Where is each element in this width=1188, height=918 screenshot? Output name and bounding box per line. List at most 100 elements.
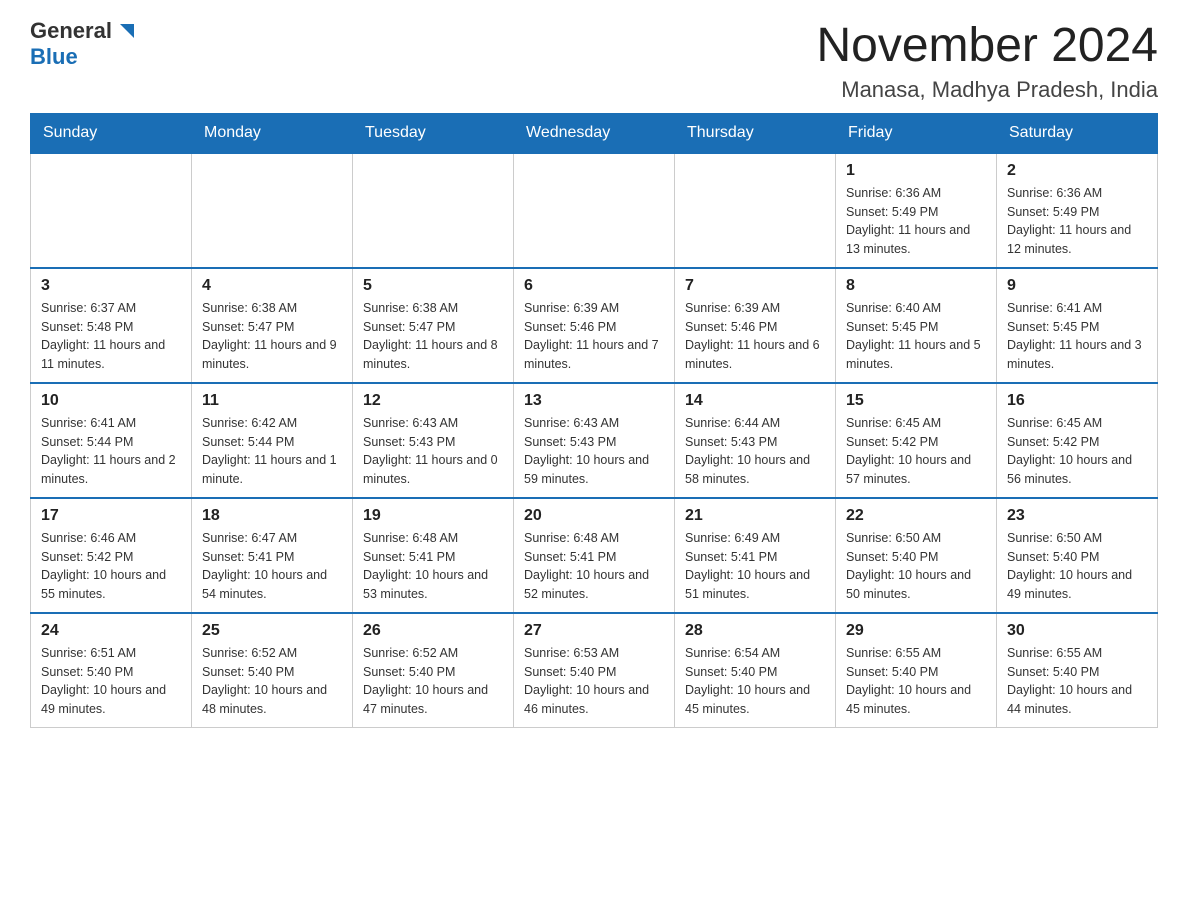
day-info: Sunrise: 6:39 AM Sunset: 5:46 PM Dayligh…	[685, 299, 825, 374]
day-header-tuesday: Tuesday	[353, 113, 514, 153]
calendar-cell	[675, 153, 836, 268]
day-info: Sunrise: 6:36 AM Sunset: 5:49 PM Dayligh…	[1007, 184, 1147, 259]
day-info: Sunrise: 6:44 AM Sunset: 5:43 PM Dayligh…	[685, 414, 825, 489]
calendar-cell	[192, 153, 353, 268]
day-info: Sunrise: 6:40 AM Sunset: 5:45 PM Dayligh…	[846, 299, 986, 374]
day-number: 3	[41, 277, 181, 295]
day-info: Sunrise: 6:38 AM Sunset: 5:47 PM Dayligh…	[202, 299, 342, 374]
title-section: November 2024 Manasa, Madhya Pradesh, In…	[816, 20, 1158, 103]
day-number: 27	[524, 622, 664, 640]
logo: General Blue	[30, 20, 136, 70]
calendar-cell: 24 Sunrise: 6:51 AM Sunset: 5:40 PM Dayli…	[31, 613, 192, 728]
calendar-week-2: 3 Sunrise: 6:37 AM Sunset: 5:48 PM Daylig…	[31, 268, 1158, 383]
calendar-cell: 14 Sunrise: 6:44 AM Sunset: 5:43 PM Dayli…	[675, 383, 836, 498]
calendar-cell: 21 Sunrise: 6:49 AM Sunset: 5:41 PM Dayli…	[675, 498, 836, 613]
day-number: 17	[41, 507, 181, 525]
calendar-cell: 1 Sunrise: 6:36 AM Sunset: 5:49 PM Daylig…	[836, 153, 997, 268]
calendar-cell: 30 Sunrise: 6:55 AM Sunset: 5:40 PM Dayli…	[997, 613, 1158, 728]
day-number: 25	[202, 622, 342, 640]
calendar-cell	[514, 153, 675, 268]
day-info: Sunrise: 6:45 AM Sunset: 5:42 PM Dayligh…	[1007, 414, 1147, 489]
day-number: 16	[1007, 392, 1147, 410]
day-number: 14	[685, 392, 825, 410]
day-info: Sunrise: 6:45 AM Sunset: 5:42 PM Dayligh…	[846, 414, 986, 489]
calendar-cell: 25 Sunrise: 6:52 AM Sunset: 5:40 PM Dayli…	[192, 613, 353, 728]
calendar-week-4: 17Sunrise: 6:46 AM Sunset: 5:42 PM Dayli…	[31, 498, 1158, 613]
day-number: 21	[685, 507, 825, 525]
page-header: General Blue November 2024 Manasa, Madhy…	[30, 20, 1158, 103]
day-info: Sunrise: 6:49 AM Sunset: 5:41 PM Dayligh…	[685, 529, 825, 604]
calendar-cell: 29 Sunrise: 6:55 AM Sunset: 5:40 PM Dayli…	[836, 613, 997, 728]
day-number: 1	[846, 162, 986, 180]
day-info: Sunrise: 6:41 AM Sunset: 5:45 PM Dayligh…	[1007, 299, 1147, 374]
day-number: 19	[363, 507, 503, 525]
calendar-week-5: 24 Sunrise: 6:51 AM Sunset: 5:40 PM Dayli…	[31, 613, 1158, 728]
day-info: Sunrise: 6:37 AM Sunset: 5:48 PM Dayligh…	[41, 299, 181, 374]
calendar-cell: 19 Sunrise: 6:48 AM Sunset: 5:41 PM Dayli…	[353, 498, 514, 613]
calendar-cell: 12Sunrise: 6:43 AM Sunset: 5:43 PM Dayli…	[353, 383, 514, 498]
day-info: Sunrise: 6:36 AM Sunset: 5:49 PM Dayligh…	[846, 184, 986, 259]
day-number: 18	[202, 507, 342, 525]
day-info: Sunrise: 6:42 AM Sunset: 5:44 PM Dayligh…	[202, 414, 342, 489]
calendar-cell: 9Sunrise: 6:41 AM Sunset: 5:45 PM Daylig…	[997, 268, 1158, 383]
day-number: 4	[202, 277, 342, 295]
calendar-cell: 7 Sunrise: 6:39 AM Sunset: 5:46 PM Daylig…	[675, 268, 836, 383]
day-number: 29	[846, 622, 986, 640]
day-number: 2	[1007, 162, 1147, 180]
day-number: 24	[41, 622, 181, 640]
day-info: Sunrise: 6:52 AM Sunset: 5:40 PM Dayligh…	[202, 644, 342, 719]
day-number: 20	[524, 507, 664, 525]
day-info: Sunrise: 6:48 AM Sunset: 5:41 PM Dayligh…	[363, 529, 503, 604]
day-header-saturday: Saturday	[997, 113, 1158, 153]
day-info: Sunrise: 6:55 AM Sunset: 5:40 PM Dayligh…	[1007, 644, 1147, 719]
calendar-cell: 28 Sunrise: 6:54 AM Sunset: 5:40 PM Dayli…	[675, 613, 836, 728]
day-number: 7	[685, 277, 825, 295]
day-info: Sunrise: 6:50 AM Sunset: 5:40 PM Dayligh…	[1007, 529, 1147, 604]
day-info: Sunrise: 6:50 AM Sunset: 5:40 PM Dayligh…	[846, 529, 986, 604]
day-header-wednesday: Wednesday	[514, 113, 675, 153]
calendar-cell: 5Sunrise: 6:38 AM Sunset: 5:47 PM Daylig…	[353, 268, 514, 383]
calendar-cell: 18 Sunrise: 6:47 AM Sunset: 5:41 PM Dayli…	[192, 498, 353, 613]
day-info: Sunrise: 6:53 AM Sunset: 5:40 PM Dayligh…	[524, 644, 664, 719]
day-number: 22	[846, 507, 986, 525]
calendar-cell: 20 Sunrise: 6:48 AM Sunset: 5:41 PM Dayli…	[514, 498, 675, 613]
day-info: Sunrise: 6:51 AM Sunset: 5:40 PM Dayligh…	[41, 644, 181, 719]
day-info: Sunrise: 6:39 AM Sunset: 5:46 PM Dayligh…	[524, 299, 664, 374]
calendar-cell: 4 Sunrise: 6:38 AM Sunset: 5:47 PM Daylig…	[192, 268, 353, 383]
calendar-cell: 8Sunrise: 6:40 AM Sunset: 5:45 PM Daylig…	[836, 268, 997, 383]
day-info: Sunrise: 6:52 AM Sunset: 5:40 PM Dayligh…	[363, 644, 503, 719]
day-header-sunday: Sunday	[31, 113, 192, 153]
calendar-week-3: 10 Sunrise: 6:41 AM Sunset: 5:44 PM Dayli…	[31, 383, 1158, 498]
calendar-cell: 13 Sunrise: 6:43 AM Sunset: 5:43 PM Dayli…	[514, 383, 675, 498]
calendar-cell: 26 Sunrise: 6:52 AM Sunset: 5:40 PM Dayli…	[353, 613, 514, 728]
day-info: Sunrise: 6:47 AM Sunset: 5:41 PM Dayligh…	[202, 529, 342, 604]
day-number: 13	[524, 392, 664, 410]
day-info: Sunrise: 6:55 AM Sunset: 5:40 PM Dayligh…	[846, 644, 986, 719]
day-info: Sunrise: 6:43 AM Sunset: 5:43 PM Dayligh…	[363, 414, 503, 489]
day-number: 26	[363, 622, 503, 640]
calendar-cell: 15 Sunrise: 6:45 AM Sunset: 5:42 PM Dayli…	[836, 383, 997, 498]
day-number: 5	[363, 277, 503, 295]
day-number: 30	[1007, 622, 1147, 640]
day-info: Sunrise: 6:48 AM Sunset: 5:41 PM Dayligh…	[524, 529, 664, 604]
calendar-cell: 10 Sunrise: 6:41 AM Sunset: 5:44 PM Dayli…	[31, 383, 192, 498]
calendar-cell: 17Sunrise: 6:46 AM Sunset: 5:42 PM Dayli…	[31, 498, 192, 613]
day-info: Sunrise: 6:54 AM Sunset: 5:40 PM Dayligh…	[685, 644, 825, 719]
calendar-cell: 3 Sunrise: 6:37 AM Sunset: 5:48 PM Daylig…	[31, 268, 192, 383]
logo-triangle-icon	[114, 20, 136, 42]
calendar-cell	[31, 153, 192, 268]
day-number: 23	[1007, 507, 1147, 525]
day-header-friday: Friday	[836, 113, 997, 153]
day-number: 10	[41, 392, 181, 410]
day-number: 15	[846, 392, 986, 410]
calendar-cell: 16 Sunrise: 6:45 AM Sunset: 5:42 PM Dayli…	[997, 383, 1158, 498]
calendar-cell: 2 Sunrise: 6:36 AM Sunset: 5:49 PM Daylig…	[997, 153, 1158, 268]
day-info: Sunrise: 6:43 AM Sunset: 5:43 PM Dayligh…	[524, 414, 664, 489]
day-info: Sunrise: 6:41 AM Sunset: 5:44 PM Dayligh…	[41, 414, 181, 489]
day-number: 11	[202, 392, 342, 410]
calendar-header-row: SundayMondayTuesdayWednesdayThursdayFrid…	[31, 113, 1158, 153]
calendar-cell: 6Sunrise: 6:39 AM Sunset: 5:46 PM Daylig…	[514, 268, 675, 383]
day-number: 28	[685, 622, 825, 640]
day-header-monday: Monday	[192, 113, 353, 153]
month-title: November 2024	[816, 20, 1158, 73]
